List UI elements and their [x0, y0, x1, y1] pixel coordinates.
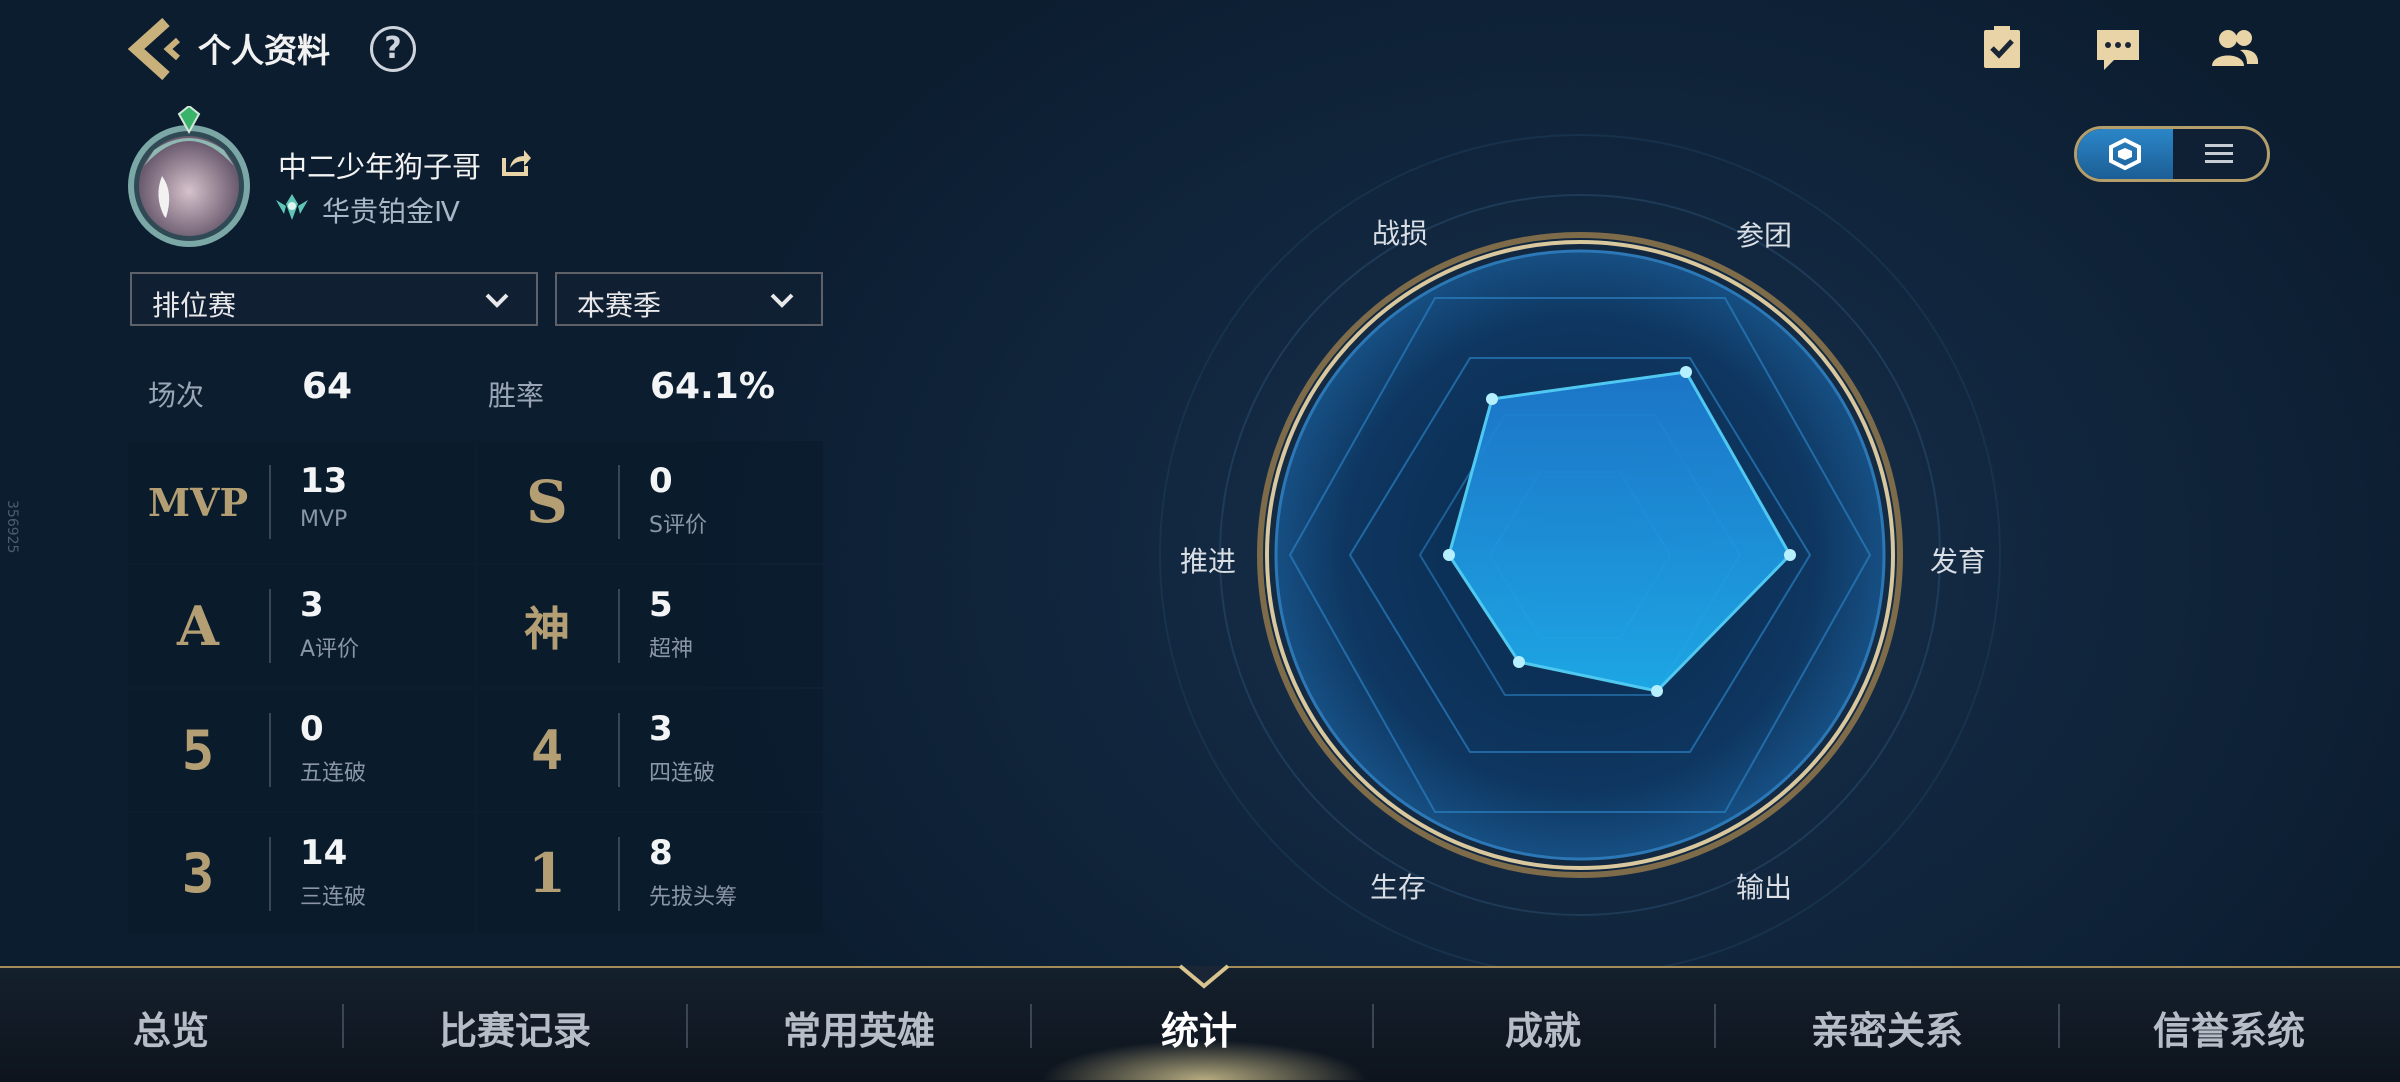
season-dropdown[interactable]: 本赛季 — [555, 272, 823, 326]
back-button[interactable] — [126, 17, 182, 81]
mode-dropdown-value: 排位赛 — [152, 289, 237, 322]
help-button[interactable]: ? — [370, 26, 416, 72]
stat-cell-first-blood: 1 8 先拔头筹 — [477, 813, 823, 933]
stat-value: 14 — [300, 833, 348, 873]
stat-value: 3 — [300, 585, 324, 625]
stat-cell-mvp: MVP 13 MVP — [128, 441, 474, 563]
stat-label: 先拔头筹 — [649, 885, 738, 910]
stat-label: S评价 — [649, 513, 707, 538]
chat-icon[interactable] — [2094, 24, 2142, 72]
radar-point-damage-taken — [1486, 393, 1498, 405]
avatar[interactable] — [124, 104, 254, 248]
matches-label: 场次 — [148, 379, 205, 412]
friends-icon[interactable] — [2210, 24, 2259, 72]
radar-point-survival — [1513, 656, 1525, 668]
tab-match-history[interactable]: 比赛记录 — [344, 1000, 686, 1055]
radar-label-teamfight: 参团 — [1736, 219, 1793, 252]
radar-point-push — [1443, 549, 1455, 561]
stats-grid: MVP 13 MVP S 0 S评价 A 3 A评价 神 5 超神 5 0 五连… — [128, 441, 824, 933]
side-id-text: 356925 — [4, 500, 20, 554]
tab-statistics[interactable]: 统计 — [1028, 1000, 1370, 1055]
stat-value: 5 — [649, 585, 673, 625]
stat-label: 超神 — [649, 637, 694, 662]
rank-text: 华贵铂金Ⅳ — [322, 195, 460, 228]
page-title: 个人资料 — [198, 31, 330, 70]
back-arrow-icon — [127, 17, 181, 81]
active-tab-indicator-icon — [1178, 964, 1230, 989]
tab-credit-system[interactable]: 信誉系统 — [2058, 1000, 2400, 1055]
stat-cell-triple: 3 14 三连破 — [128, 813, 474, 933]
task-icon[interactable] — [1978, 24, 2026, 72]
mvp-badge: MVP — [147, 479, 249, 525]
tab-overview[interactable]: 总览 — [0, 1000, 342, 1055]
stat-label: 三连破 — [300, 885, 367, 910]
list-view-button[interactable] — [2171, 129, 2267, 179]
stat-value: 3 — [649, 709, 673, 749]
tab-frequent-heroes[interactable]: 常用英雄 — [688, 1000, 1030, 1055]
chevron-down-icon — [485, 293, 509, 308]
chevron-down-icon — [770, 293, 794, 308]
list-icon — [2205, 144, 2233, 163]
stat-label: MVP — [300, 507, 348, 532]
triple-badge: 3 — [181, 841, 215, 905]
stat-label: A评价 — [300, 637, 360, 662]
radar-view-button[interactable] — [2077, 129, 2173, 179]
radar-label-damage-taken: 战损 — [1372, 217, 1429, 250]
quadra-badge: 4 — [530, 718, 564, 782]
stat-value: 13 — [300, 461, 348, 501]
radar-point-farming — [1784, 549, 1796, 561]
radar-point-teamfight — [1680, 366, 1692, 378]
view-toggle[interactable] — [2074, 126, 2270, 182]
tab-achievements[interactable]: 成就 — [1372, 1000, 1714, 1055]
season-dropdown-value: 本赛季 — [577, 289, 662, 322]
rank-emblem-icon — [272, 190, 312, 226]
a-badge: A — [177, 594, 219, 658]
mode-dropdown[interactable]: 排位赛 — [130, 272, 538, 326]
godlike-badge: 神 — [524, 602, 570, 656]
penta-badge: 5 — [181, 718, 215, 782]
radar-label-push: 推进 — [1180, 545, 1237, 578]
radar-label-damage: 输出 — [1736, 871, 1793, 904]
winrate-value: 64.1% — [650, 366, 775, 407]
stat-cell-s: S 0 S评价 — [477, 441, 823, 563]
radar-label-survival: 生存 — [1370, 871, 1427, 904]
share-icon[interactable] — [500, 146, 532, 178]
s-badge: S — [526, 468, 568, 536]
radar-chart — [1100, 130, 2050, 990]
stat-value: 0 — [649, 461, 673, 501]
stat-cell-penta: 5 0 五连破 — [128, 689, 474, 811]
hexagon-icon — [2109, 137, 2141, 171]
radar-label-farming: 发育 — [1930, 545, 1987, 578]
username: 中二少年狗子哥 — [278, 150, 482, 184]
stat-cell-a: A 3 A评价 — [128, 565, 474, 687]
stat-cell-godlike: 神 5 超神 — [477, 565, 823, 687]
first-blood-badge: 1 — [528, 841, 566, 905]
stat-value: 0 — [300, 709, 324, 749]
radar-point-damage — [1651, 685, 1663, 697]
stat-cell-quadra: 4 3 四连破 — [477, 689, 823, 811]
stat-value: 8 — [649, 833, 673, 873]
stat-label: 四连破 — [649, 761, 716, 786]
tab-relationships[interactable]: 亲密关系 — [1716, 1000, 2058, 1055]
matches-value: 64 — [302, 366, 353, 407]
winrate-label: 胜率 — [488, 379, 545, 412]
stat-label: 五连破 — [300, 761, 367, 786]
